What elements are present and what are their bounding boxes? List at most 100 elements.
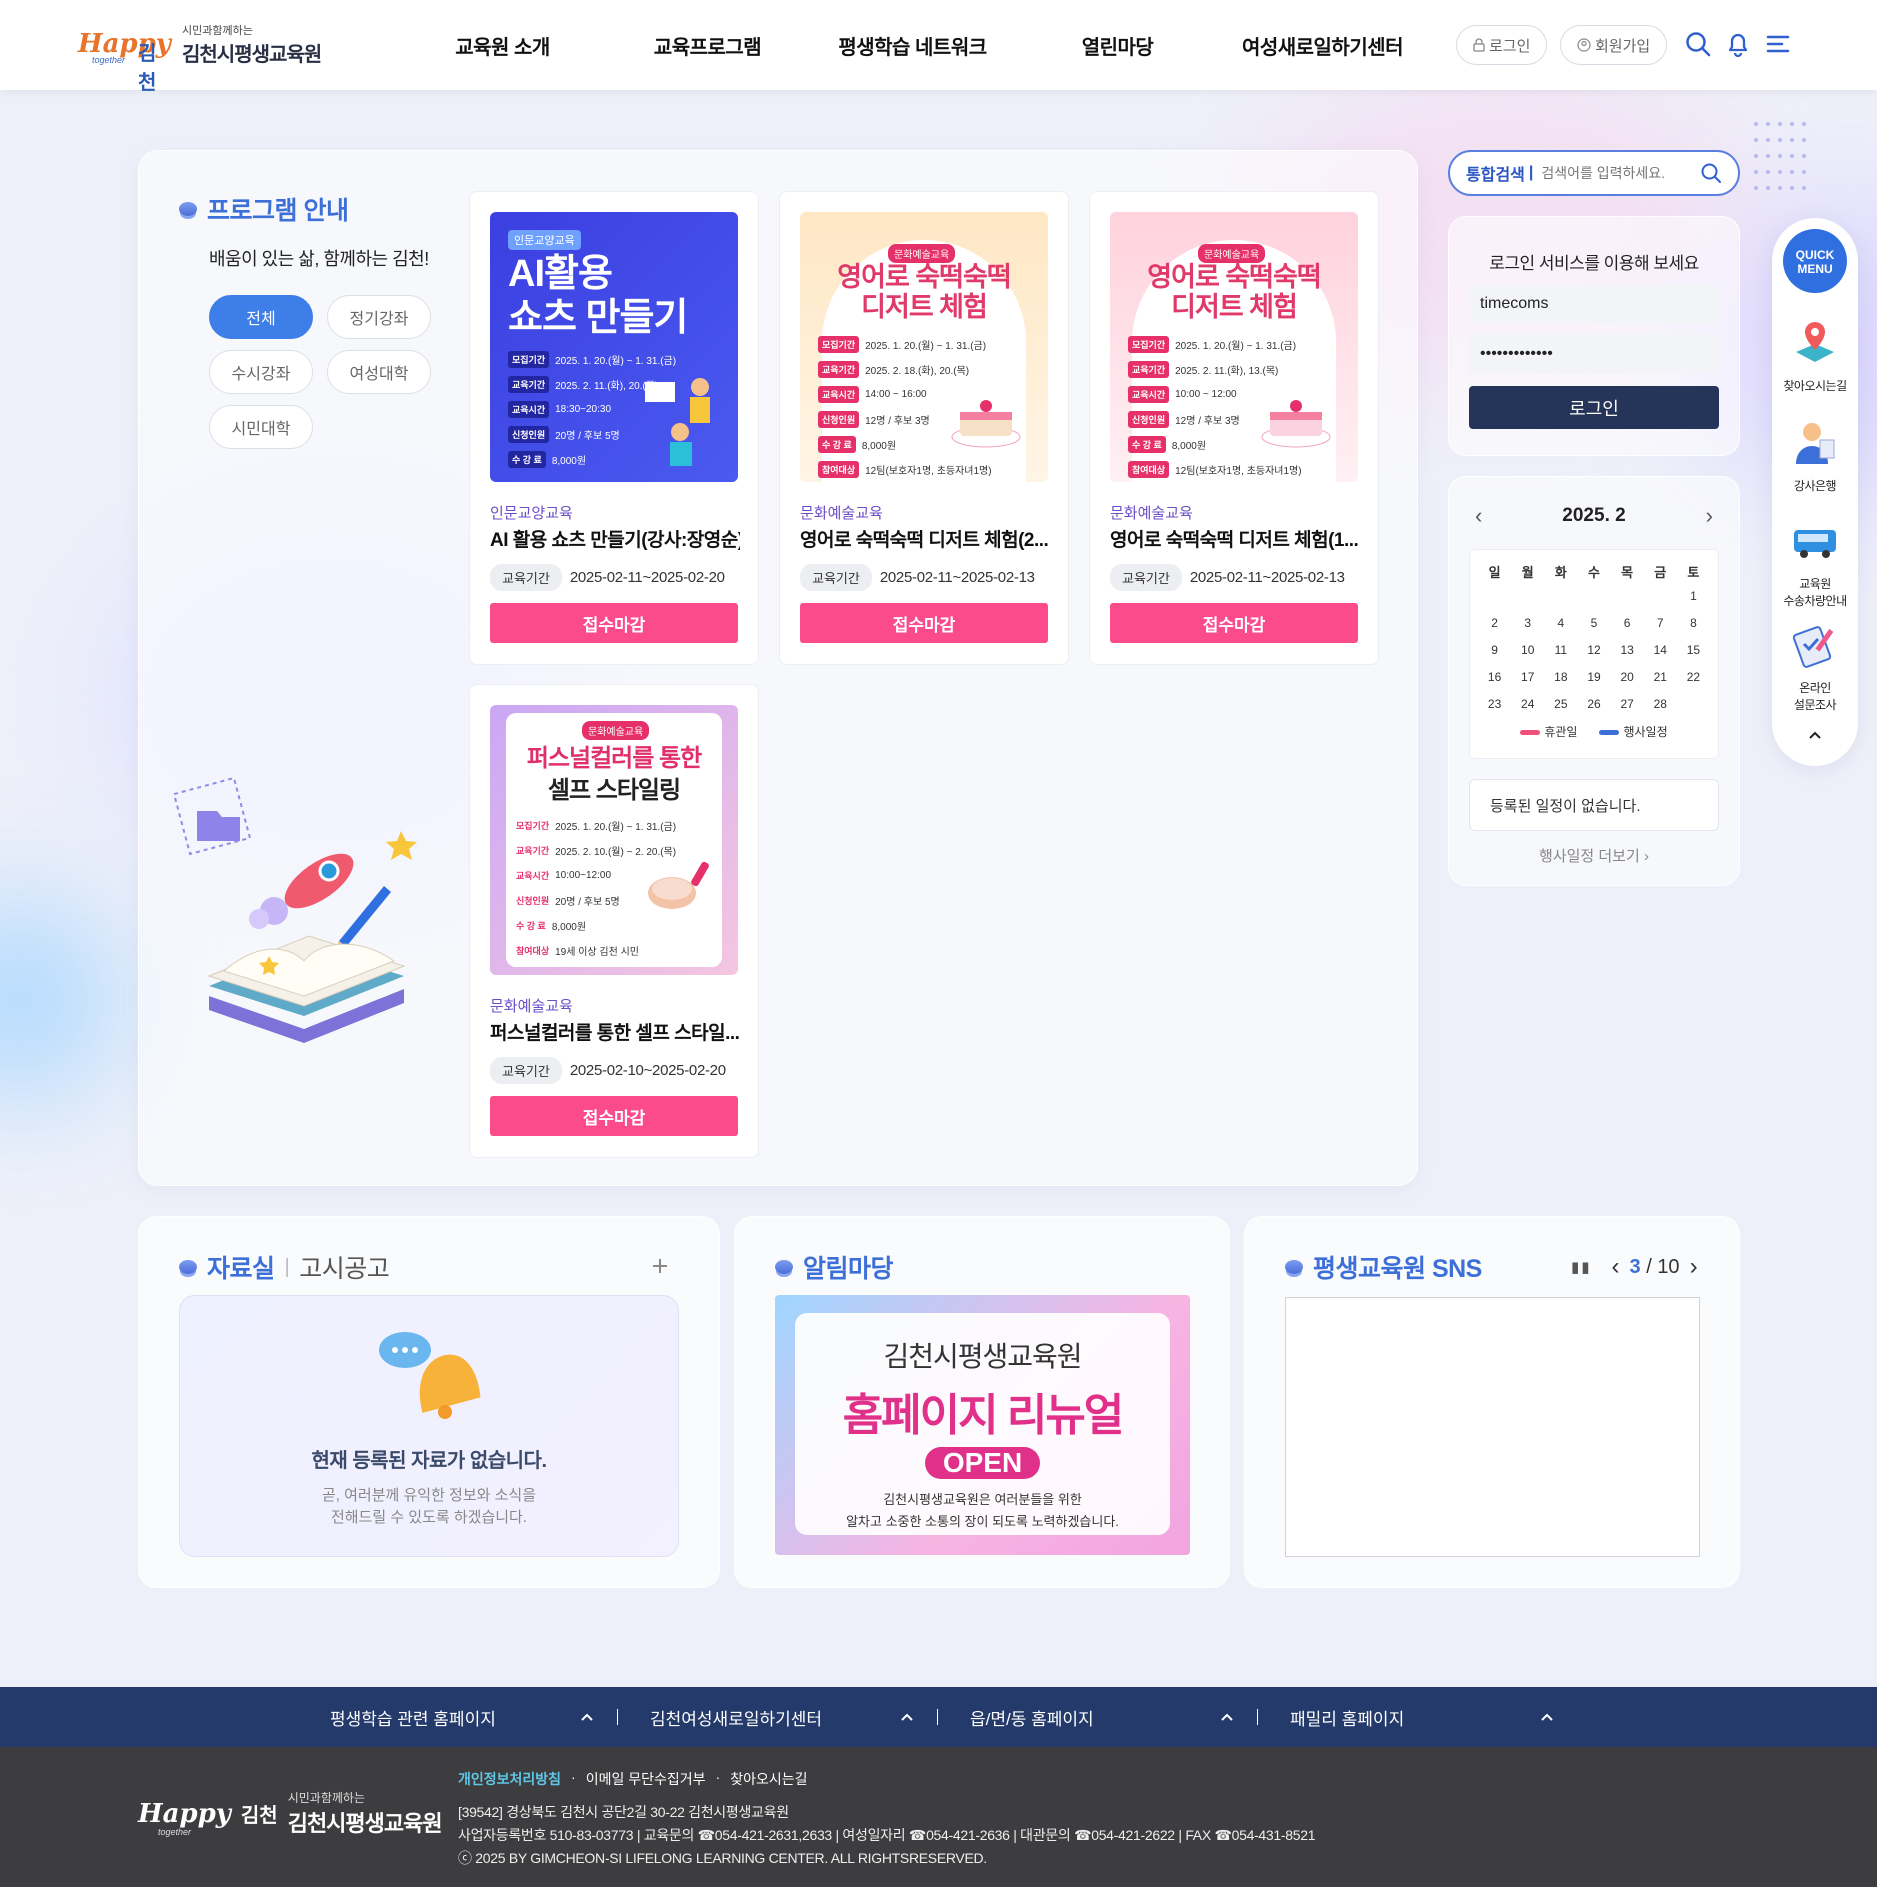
chevron-up-icon[interactable] (1220, 1712, 1234, 1722)
calendar-day[interactable]: 3 (1511, 609, 1544, 636)
chevron-up-icon[interactable] (580, 1712, 594, 1722)
card-title[interactable]: 영어로 숙떡숙떡 디저트 체험(1... (1110, 525, 1360, 552)
filter-regular[interactable]: 정기강좌 (327, 295, 431, 339)
filter-citizen-college[interactable]: 시민대학 (209, 405, 313, 449)
chevron-left-icon[interactable]: ‹ (1612, 1253, 1620, 1281)
calendar-day[interactable]: 24 (1511, 690, 1544, 717)
chevron-up-icon[interactable] (1540, 1712, 1554, 1722)
calendar-day[interactable]: 8 (1677, 609, 1710, 636)
search-input[interactable] (1541, 165, 1692, 181)
registration-closed-button[interactable]: 접수마감 (1110, 603, 1358, 643)
book-rocket-illustration (172, 776, 417, 1043)
quick-item-shuttle[interactable]: 교육원 수송차량안내 (1772, 516, 1858, 609)
calendar-day[interactable]: 20 (1611, 663, 1644, 690)
quick-menu-title: QUICK MENU (1783, 229, 1847, 293)
calendar-day[interactable]: 9 (1478, 636, 1511, 663)
filter-all[interactable]: 전체 (209, 295, 313, 339)
nav-item-women-center[interactable]: 여성새로일하기센터 (1220, 31, 1425, 60)
chevron-up-icon[interactable] (1808, 730, 1822, 740)
instructor-icon (1796, 423, 1835, 464)
search-icon[interactable] (1700, 162, 1722, 184)
program-filters: 전체 정기강좌 수시강좌 여성대학 시민대학 (209, 295, 431, 449)
calendar-day[interactable]: 2 (1478, 609, 1511, 636)
calendar-month: 2025. 2 (1562, 505, 1626, 526)
chevron-left-icon[interactable]: ‹ (1475, 503, 1482, 529)
user-id-input[interactable] (1469, 284, 1719, 324)
calendar-day[interactable]: 5 (1577, 609, 1610, 636)
join-button[interactable]: 회원가입 (1560, 25, 1668, 65)
sns-embed-frame[interactable] (1285, 1297, 1700, 1557)
site-logo[interactable]: Happy 김천 together 시민과함께하는 김천시평생교육원 (78, 22, 322, 94)
filter-occasional[interactable]: 수시강좌 (209, 350, 313, 394)
nav-item-about[interactable]: 교육원 소개 (400, 31, 605, 60)
calendar-day[interactable]: 28 (1644, 690, 1677, 717)
quick-item-instructor-bank[interactable]: 강사은행 (1772, 418, 1858, 494)
calendar-day[interactable]: 27 (1611, 690, 1644, 717)
calendar-day[interactable]: 26 (1577, 690, 1610, 717)
chevron-right-icon[interactable]: › (1690, 1253, 1698, 1281)
notice-tab[interactable]: 고시공고 (299, 1249, 390, 1285)
calendar-day[interactable]: 6 (1611, 609, 1644, 636)
calendar-day[interactable]: 25 (1544, 690, 1577, 717)
calendar-day[interactable]: 7 (1644, 609, 1677, 636)
calendar-day[interactable]: 4 (1544, 609, 1577, 636)
password-input[interactable] (1469, 334, 1719, 374)
plus-icon[interactable] (651, 1257, 669, 1275)
login-button[interactable]: 로그인 (1456, 25, 1548, 65)
program-card[interactable]: 문화예술교육 퍼스널컬러를 통한 셀프 스타일링 모집기간 2025. 1. 20.… (469, 684, 759, 1158)
program-card[interactable]: 문화예술교육 영어로 숙떡숙떡 디저트 체험 모집기간 2025. 1. 20.(월… (1089, 191, 1379, 665)
calendar-day[interactable]: 22 (1677, 663, 1710, 690)
event-more-link[interactable]: 행사일정 더보기 › (1449, 845, 1739, 866)
calendar-day[interactable]: 16 (1478, 663, 1511, 690)
filter-women-college[interactable]: 여성대학 (327, 350, 431, 394)
footer-link-women-center[interactable]: 김천여성새로일하기센터 (650, 1705, 822, 1730)
calendar-day[interactable]: 10 (1511, 636, 1544, 663)
calendar-day[interactable]: 13 (1611, 636, 1644, 663)
footer-copyright: ⓒ 2025 BY GIMCHEON-SI LIFELONG LEARNING … (458, 1850, 987, 1866)
chevron-right-icon[interactable]: › (1706, 503, 1713, 529)
renewal-banner[interactable]: 김천시평생교육원 홈페이지 리뉴얼 OPEN 김천시평생교육원은 여러분들을 위… (775, 1295, 1190, 1555)
calendar-day[interactable]: 1 (1677, 582, 1710, 609)
privacy-policy-link[interactable]: 개인정보처리방침 (458, 1769, 561, 1789)
footer-link-lifelong[interactable]: 평생학습 관련 홈페이지 (330, 1705, 496, 1730)
cosmetics-illustration (648, 861, 709, 909)
email-refusal-link[interactable]: 이메일 무단수집거부 (586, 1769, 706, 1789)
calendar-day[interactable]: 15 (1677, 636, 1710, 663)
menu-icon[interactable] (1764, 30, 1792, 58)
calendar-day[interactable]: 21 (1644, 663, 1677, 690)
program-card[interactable]: 인문교양교육 AI활용 쇼츠 만들기 모집기간 2025. 1. 20.(월) ~ … (469, 191, 759, 665)
quick-item-directions[interactable]: 찾아오시는길 (1772, 318, 1858, 394)
calendar-day[interactable]: 17 (1511, 663, 1544, 690)
pause-icon[interactable]: ▮▮ (1571, 1258, 1592, 1276)
registration-closed-button[interactable]: 접수마감 (800, 603, 1048, 643)
calendar-day[interactable]: 12 (1577, 636, 1610, 663)
footer-logo-together: together (158, 1827, 192, 1837)
archive-tab[interactable]: 자료실 (207, 1249, 275, 1285)
students-illustration (645, 378, 710, 466)
calendar-day[interactable]: 18 (1544, 663, 1577, 690)
quick-item-survey[interactable]: 온라인 설문조사 (1772, 620, 1858, 713)
registration-closed-button[interactable]: 접수마감 (490, 1096, 738, 1136)
footer-link-towns[interactable]: 읍/면/동 홈페이지 (970, 1705, 1094, 1730)
registration-closed-button[interactable]: 접수마감 (490, 603, 738, 643)
calendar-day[interactable]: 19 (1577, 663, 1610, 690)
login-button-label: 로그인 (1489, 37, 1531, 55)
program-card[interactable]: 문화예술교육 영어로 숙떡숙떡 디저트 체험 모집기간 2025. 1. 20.(월… (779, 191, 1069, 665)
search-icon[interactable] (1684, 30, 1712, 58)
chevron-up-icon[interactable] (900, 1712, 914, 1722)
bell-icon[interactable] (1724, 30, 1752, 58)
site-header: Happy 김천 together 시민과함께하는 김천시평생교육원 교육원 소… (0, 0, 1877, 94)
card-title[interactable]: 퍼스널컬러를 통한 셀프 스타일... (490, 1018, 740, 1045)
footer-link-family[interactable]: 패밀리 홈페이지 (1290, 1705, 1404, 1730)
nav-item-network[interactable]: 평생학습 네트워크 (810, 31, 1015, 60)
directions-link[interactable]: 찾아오시는길 (730, 1769, 807, 1789)
card-title[interactable]: 영어로 숙떡숙떡 디저트 체험(2... (800, 525, 1050, 552)
calendar-day[interactable]: 23 (1478, 690, 1511, 717)
nav-item-programs[interactable]: 교육프로그램 (605, 31, 810, 60)
login-submit-button[interactable]: 로그인 (1469, 386, 1719, 429)
notice-title: 알림마당 (775, 1249, 894, 1285)
nav-item-open-forum[interactable]: 열린마당 (1015, 31, 1220, 60)
calendar-day[interactable]: 11 (1544, 636, 1577, 663)
card-title[interactable]: AI 활용 쇼츠 만들기(강사:장영순) (490, 525, 740, 552)
calendar-day[interactable]: 14 (1644, 636, 1677, 663)
